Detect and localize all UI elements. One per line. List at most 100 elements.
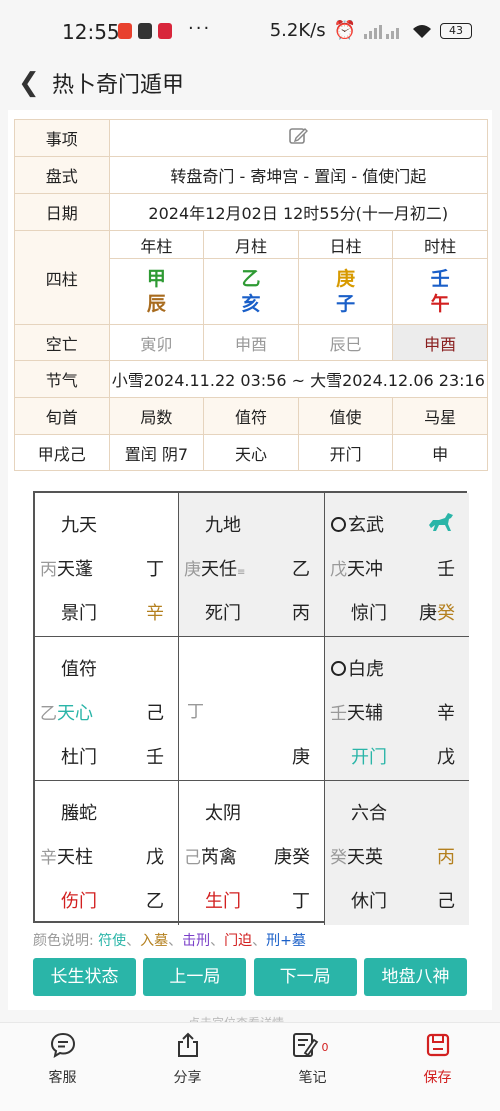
horse-icon [429, 513, 453, 531]
panshi-label: 盘式 [14, 156, 110, 194]
app-notification-icon [138, 23, 152, 39]
zhifu-value: 天心 [203, 434, 299, 471]
palace-door: 惊门 [351, 603, 387, 624]
pillar-zhi: 子 [336, 292, 356, 315]
back-arrow-icon[interactable]: ❮ [18, 68, 40, 98]
palace-star: 戊天冲 [330, 559, 383, 580]
jieqi-label: 节气 [14, 360, 110, 398]
palace-star: 己芮禽 [184, 847, 237, 868]
signal-icon [364, 24, 399, 39]
pillar-month: 乙亥 [203, 258, 299, 325]
palace-heaven-stem: 丙 [437, 847, 455, 868]
palace-earth-stem: 戊 [437, 747, 455, 768]
chat-icon [50, 1032, 75, 1059]
riqi-value: 2024年12月02日 12时55分(十一月初二) [108, 193, 489, 231]
nav-share[interactable]: 分享 [125, 1023, 250, 1092]
palace-earth-stem: 丙 [292, 603, 310, 624]
palace-god: 九天 [61, 515, 97, 536]
app-notification-icon [118, 23, 132, 39]
nav-save[interactable]: 保存 [375, 1023, 500, 1092]
nav-label: 保存 [423, 1070, 452, 1086]
marker-icon: ≡ [237, 567, 246, 578]
legend-prefix: 颜色说明: [33, 933, 94, 949]
nav-label: 分享 [173, 1070, 202, 1086]
zhifu-header: 值符 [203, 397, 299, 435]
palace-dui[interactable]: 白虎 壬天辅 辛 开门 戊 [325, 637, 469, 781]
palace-door: 休门 [351, 891, 387, 912]
star-name: 天辅 [347, 703, 383, 724]
legend-item: 门迫 [224, 933, 253, 949]
star-name: 天心 [57, 703, 93, 724]
pillar-gan: 庚 [336, 267, 356, 290]
kongwang-circle-icon [331, 661, 346, 676]
legend-item: 击刑 [182, 933, 211, 949]
pillar-gan: 甲 [146, 267, 166, 290]
palace-god: 六合 [351, 803, 387, 824]
palace-god: 值符 [61, 659, 97, 680]
palace-xun[interactable]: 九天 丙天蓬 丁 景门 辛 [35, 493, 179, 637]
legend-item: 刑+墓 [266, 933, 306, 949]
center-stem: 丁 [187, 702, 204, 722]
action-buttons: 长生状态 上一局 下一局 地盘八神 [33, 958, 467, 996]
palace-zhen[interactable]: 值符 乙天心 己 杜门 壬 [35, 637, 179, 781]
palace-star: 庚天任≡ [184, 559, 246, 580]
star-name: 天柱 [57, 847, 93, 868]
pillar-year: 甲辰 [108, 258, 205, 325]
palace-kan[interactable]: 太阴 己芮禽 庚癸 生门 丁 [179, 781, 325, 925]
nav-notes[interactable]: 0 笔记 [250, 1023, 375, 1092]
palace-earth-stem: 丁 [292, 891, 310, 912]
bottom-nav: 客服 分享 0 笔记 保存 [0, 1022, 500, 1092]
palace-center[interactable]: 丁 庚 [179, 637, 325, 781]
next-ju-button[interactable]: 下一局 [253, 958, 357, 996]
changsheng-button[interactable]: 长生状态 [33, 958, 136, 996]
shixiang-edit[interactable] [108, 119, 489, 157]
star-name: 芮禽 [201, 847, 237, 868]
palace-god: 白虎 [331, 655, 384, 681]
kongwang-value: 申酉 [392, 324, 488, 361]
pillar-gan: 乙 [241, 267, 261, 290]
palace-gen[interactable]: 螣蛇 辛天柱 戊 伤门 乙 [35, 781, 179, 925]
kongwang-value: 寅卯 [108, 324, 205, 361]
pillar-header: 时柱 [392, 230, 488, 259]
palace-god: 螣蛇 [61, 803, 97, 824]
palace-door: 开门 [351, 747, 387, 768]
wifi-icon [413, 24, 431, 38]
kongwang-value: 辰巳 [297, 324, 394, 361]
palace-heaven-stem: 己 [146, 703, 164, 724]
palace-god: 玄武 [331, 511, 384, 537]
prev-ju-button[interactable]: 上一局 [143, 958, 247, 996]
palace-door: 生门 [205, 891, 241, 912]
alarm-icon: ⏰ [333, 20, 356, 41]
palace-heaven-stem: 辛 [437, 703, 455, 724]
zhishi-header: 值使 [297, 397, 394, 435]
palace-star: 丙天蓬 [40, 559, 93, 580]
notes-badge: 0 [321, 1041, 329, 1054]
palace-earth-stem: 乙 [146, 891, 164, 912]
xunshou-value: 甲戌己 [14, 434, 110, 471]
color-legend: 颜色说明: 符使、入墓、击刑、门迫、刑+墓 [33, 933, 306, 949]
pillar-header: 月柱 [203, 230, 299, 259]
palace-li[interactable]: 九地 庚天任≡ 乙 死门 丙 [179, 493, 325, 637]
palace-kun[interactable]: 玄武 戊天冲 壬 惊门 庚癸 [325, 493, 469, 637]
pillar-hour: 壬午 [392, 258, 488, 325]
palace-star: 壬天辅 [330, 703, 383, 724]
palace-qian[interactable]: 六合 癸天英 丙 休门 己 [325, 781, 469, 925]
pillar-zhi: 辰 [146, 292, 166, 315]
title-bar: ❮ 热卜奇门遁甲 [0, 60, 500, 104]
edit-icon[interactable] [288, 126, 309, 146]
dipan-bashen-button[interactable]: 地盘八神 [363, 958, 467, 996]
more-notifications-icon: ··· [188, 18, 212, 39]
nav-kefu[interactable]: 客服 [0, 1023, 125, 1092]
pillar-header: 日柱 [297, 230, 394, 259]
system-home-bar [0, 1092, 500, 1111]
kongwang-circle-icon [331, 517, 346, 532]
status-indicators: 5.2K/s ⏰ 43 [270, 20, 472, 41]
palace-star: 癸天英 [330, 847, 383, 868]
palace-door: 杜门 [61, 747, 97, 768]
kongwang-value: 申酉 [203, 324, 299, 361]
star-name: 天英 [347, 847, 383, 868]
palace-heaven-stem: 丁 [146, 559, 164, 580]
palace-heaven-stem: 庚癸 [274, 847, 310, 868]
jieqi-value: 小雪2024.11.22 03:56 ~ 大雪2024.12.06 23:16 [108, 360, 489, 398]
jushu-header: 局数 [108, 397, 205, 435]
